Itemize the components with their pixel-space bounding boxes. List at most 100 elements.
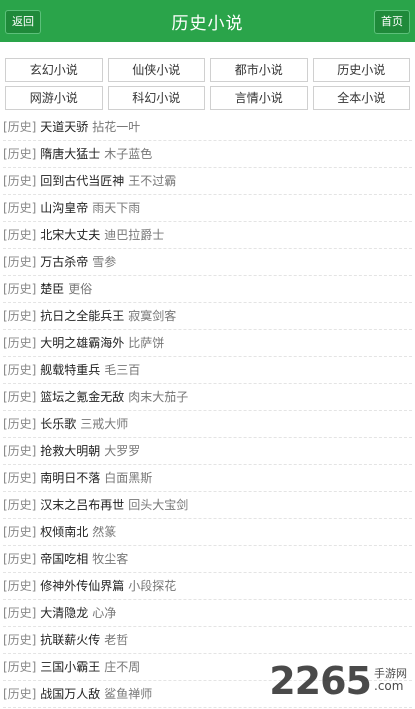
- watermark-number: 2265: [269, 659, 372, 703]
- category-lishi[interactable]: 历史小说: [312, 58, 410, 82]
- book-list: [历史] 天道天骄 拈花一叶 [历史] 隋唐大猛士 木子蓝色 [历史] 回到古代当匠神王…: [0, 114, 415, 708]
- book-author: 雪参: [92, 255, 117, 269]
- genre-tag: [历史]: [3, 336, 37, 350]
- genre-tag: [历史]: [3, 579, 37, 593]
- list-item[interactable]: [历史] 楚臣 更俗: [3, 276, 412, 303]
- list-item[interactable]: [历史] 抢救大明朝 大罗罗: [3, 438, 412, 465]
- book-author: 拈花一叶: [92, 120, 141, 134]
- list-item[interactable]: [历史] 舰载特重兵 毛三百: [3, 357, 412, 384]
- list-item[interactable]: [历史] 大清隐龙 心净: [3, 600, 412, 627]
- book-title-link[interactable]: 权倾南北: [40, 525, 88, 539]
- book-author: 三戒大师: [80, 417, 129, 431]
- list-item[interactable]: [历史] 天道天骄 拈花一叶: [3, 114, 412, 141]
- list-item[interactable]: [历史] 帝国吃相 牧尘客: [3, 546, 412, 573]
- book-author: 鲨鱼禅师: [104, 687, 153, 701]
- genre-tag: [历史]: [3, 201, 37, 215]
- book-title-link[interactable]: 战国万人敌: [40, 687, 100, 701]
- genre-tag: [历史]: [3, 471, 37, 485]
- category-yanqing[interactable]: 言情小说: [210, 86, 308, 110]
- genre-tag: [历史]: [3, 417, 37, 431]
- book-title-link[interactable]: 天道天骄: [40, 120, 88, 134]
- site-watermark: 2265 手游网 .com: [269, 659, 407, 703]
- genre-tag: [历史]: [3, 255, 37, 269]
- home-button[interactable]: 首页: [374, 10, 410, 34]
- category-xuanhuan[interactable]: 玄幻小说: [5, 58, 103, 82]
- book-title-link[interactable]: 修神外传仙界篇: [40, 579, 124, 593]
- list-item[interactable]: [历史] 权倾南北 然篆: [3, 519, 412, 546]
- book-title-link[interactable]: 汉末之吕布再世: [40, 498, 124, 512]
- book-title-link[interactable]: 篮坛之氪金无敌: [40, 390, 124, 404]
- book-author: 心净: [92, 606, 117, 620]
- book-author: 白面黑斯: [104, 471, 153, 485]
- book-author: 肉末大茄子: [128, 390, 189, 404]
- list-item[interactable]: [历史] 回到古代当匠神 王不过霸: [3, 168, 412, 195]
- genre-tag: [历史]: [3, 552, 37, 566]
- book-title-link[interactable]: 舰载特重兵: [40, 363, 100, 377]
- book-title-link[interactable]: 楚臣: [40, 282, 64, 296]
- list-item[interactable]: [历史] 山沟皇帝 雨天下雨: [3, 195, 412, 222]
- genre-tag: [历史]: [3, 147, 37, 161]
- list-item[interactable]: [历史] 汉末之吕布再世 回头大宝剑: [3, 492, 412, 519]
- list-item[interactable]: [历史] 修神外传仙界篇 小段探花: [3, 573, 412, 600]
- book-title-link[interactable]: 三国小霸王: [40, 660, 100, 674]
- book-title-link[interactable]: 大明之雄霸海外: [40, 336, 124, 350]
- book-author: 庄不周: [104, 660, 141, 674]
- book-title-link[interactable]: 抗联薪火传: [40, 633, 100, 647]
- back-button[interactable]: 返回: [5, 10, 41, 34]
- list-item[interactable]: [历史] 大明之雄霸海外 比萨饼: [3, 330, 412, 357]
- genre-tag: [历史]: [3, 309, 37, 323]
- book-title-link[interactable]: 帝国吃相: [40, 552, 88, 566]
- list-item[interactable]: [历史] 长乐歌 三戒大师: [3, 411, 412, 438]
- genre-tag: [历史]: [3, 282, 37, 296]
- list-item[interactable]: [历史] 篮坛之氪金无敌 肉末大茄子: [3, 384, 412, 411]
- genre-tag: [历史]: [3, 687, 37, 701]
- genre-tag: [历史]: [3, 660, 37, 674]
- genre-tag: [历史]: [3, 174, 37, 188]
- genre-tag: [历史]: [3, 363, 37, 377]
- book-title-link[interactable]: 隋唐大猛士: [40, 147, 100, 161]
- category-grid: 玄幻小说 仙侠小说 都市小说 历史小说 网游小说 科幻小说 言情小说 全本小说: [0, 42, 415, 110]
- category-xianxia[interactable]: 仙侠小说: [107, 58, 205, 82]
- list-item[interactable]: [历史] 南明日不落 白面黑斯: [3, 465, 412, 492]
- category-quanben[interactable]: 全本小说: [312, 86, 410, 110]
- book-title-link[interactable]: 长乐歌: [40, 417, 76, 431]
- book-author: 毛三百: [104, 363, 141, 377]
- book-author: 大罗罗: [104, 444, 141, 458]
- genre-tag: [历史]: [3, 498, 37, 512]
- book-author: 牧尘客: [92, 552, 129, 566]
- book-author: 寂寞剑客: [128, 309, 177, 323]
- book-title-link[interactable]: 回到古代当匠神: [40, 174, 124, 188]
- book-author: 然篆: [92, 525, 117, 539]
- watermark-domain: .com: [374, 679, 404, 694]
- book-author: 迪巴拉爵士: [104, 228, 165, 242]
- book-title-link[interactable]: 大清隐龙: [40, 606, 88, 620]
- category-wangyou[interactable]: 网游小说: [5, 86, 103, 110]
- list-item[interactable]: [历史] 北宋大丈夫 迪巴拉爵士: [3, 222, 412, 249]
- book-title-link[interactable]: 抗日之全能兵王: [40, 309, 124, 323]
- book-title-link[interactable]: 万古杀帝: [40, 255, 88, 269]
- book-title-link[interactable]: 北宋大丈夫: [40, 228, 100, 242]
- genre-tag: [历史]: [3, 633, 37, 647]
- book-author: 老哲: [104, 633, 129, 647]
- list-item[interactable]: [历史] 隋唐大猛士 木子蓝色: [3, 141, 412, 168]
- book-author: 回头大宝剑: [128, 498, 189, 512]
- genre-tag: [历史]: [3, 444, 37, 458]
- book-author: 更俗: [68, 282, 93, 296]
- genre-tag: [历史]: [3, 390, 37, 404]
- book-title-link[interactable]: 南明日不落: [40, 471, 100, 485]
- genre-tag: [历史]: [3, 120, 37, 134]
- app-header: 返回 历史小说 首页: [0, 0, 415, 42]
- book-author: 雨天下雨: [92, 201, 141, 215]
- list-item[interactable]: [历史] 抗日之全能兵王 寂寞剑客: [3, 303, 412, 330]
- category-kehuan[interactable]: 科幻小说: [107, 86, 205, 110]
- book-author: 王不过霸: [128, 174, 177, 188]
- list-item[interactable]: [历史] 抗联薪火传 老哲: [3, 627, 412, 654]
- category-dushi[interactable]: 都市小说: [210, 58, 308, 82]
- genre-tag: [历史]: [3, 228, 37, 242]
- list-item[interactable]: [历史] 万古杀帝 雪参: [3, 249, 412, 276]
- book-author: 木子蓝色: [104, 147, 153, 161]
- book-title-link[interactable]: 山沟皇帝: [40, 201, 88, 215]
- page-title: 历史小说: [171, 13, 244, 34]
- book-title-link[interactable]: 抢救大明朝: [40, 444, 100, 458]
- genre-tag: [历史]: [3, 606, 37, 620]
